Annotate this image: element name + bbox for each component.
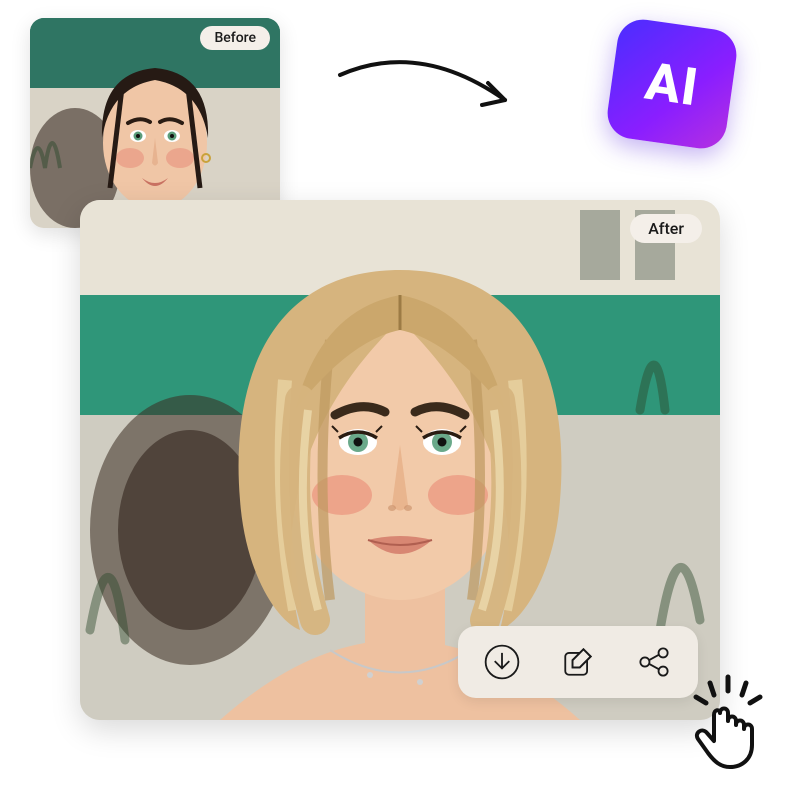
edit-icon [558, 642, 598, 682]
after-image-card: After [80, 200, 720, 720]
download-icon [482, 642, 522, 682]
before-label-text: Before [214, 30, 256, 46]
ai-badge: AI [604, 16, 740, 152]
action-toolbar [458, 626, 698, 698]
share-icon [634, 642, 674, 682]
edit-button[interactable] [554, 638, 602, 686]
ai-badge-text: AI [642, 50, 703, 118]
before-label-badge: Before [200, 26, 270, 50]
click-pointer-icon [670, 665, 780, 775]
curved-arrow-icon [330, 45, 540, 145]
download-button[interactable] [478, 638, 526, 686]
before-image-card: Before [30, 18, 280, 228]
after-label-text: After [648, 219, 684, 238]
after-label-badge: After [630, 214, 702, 243]
